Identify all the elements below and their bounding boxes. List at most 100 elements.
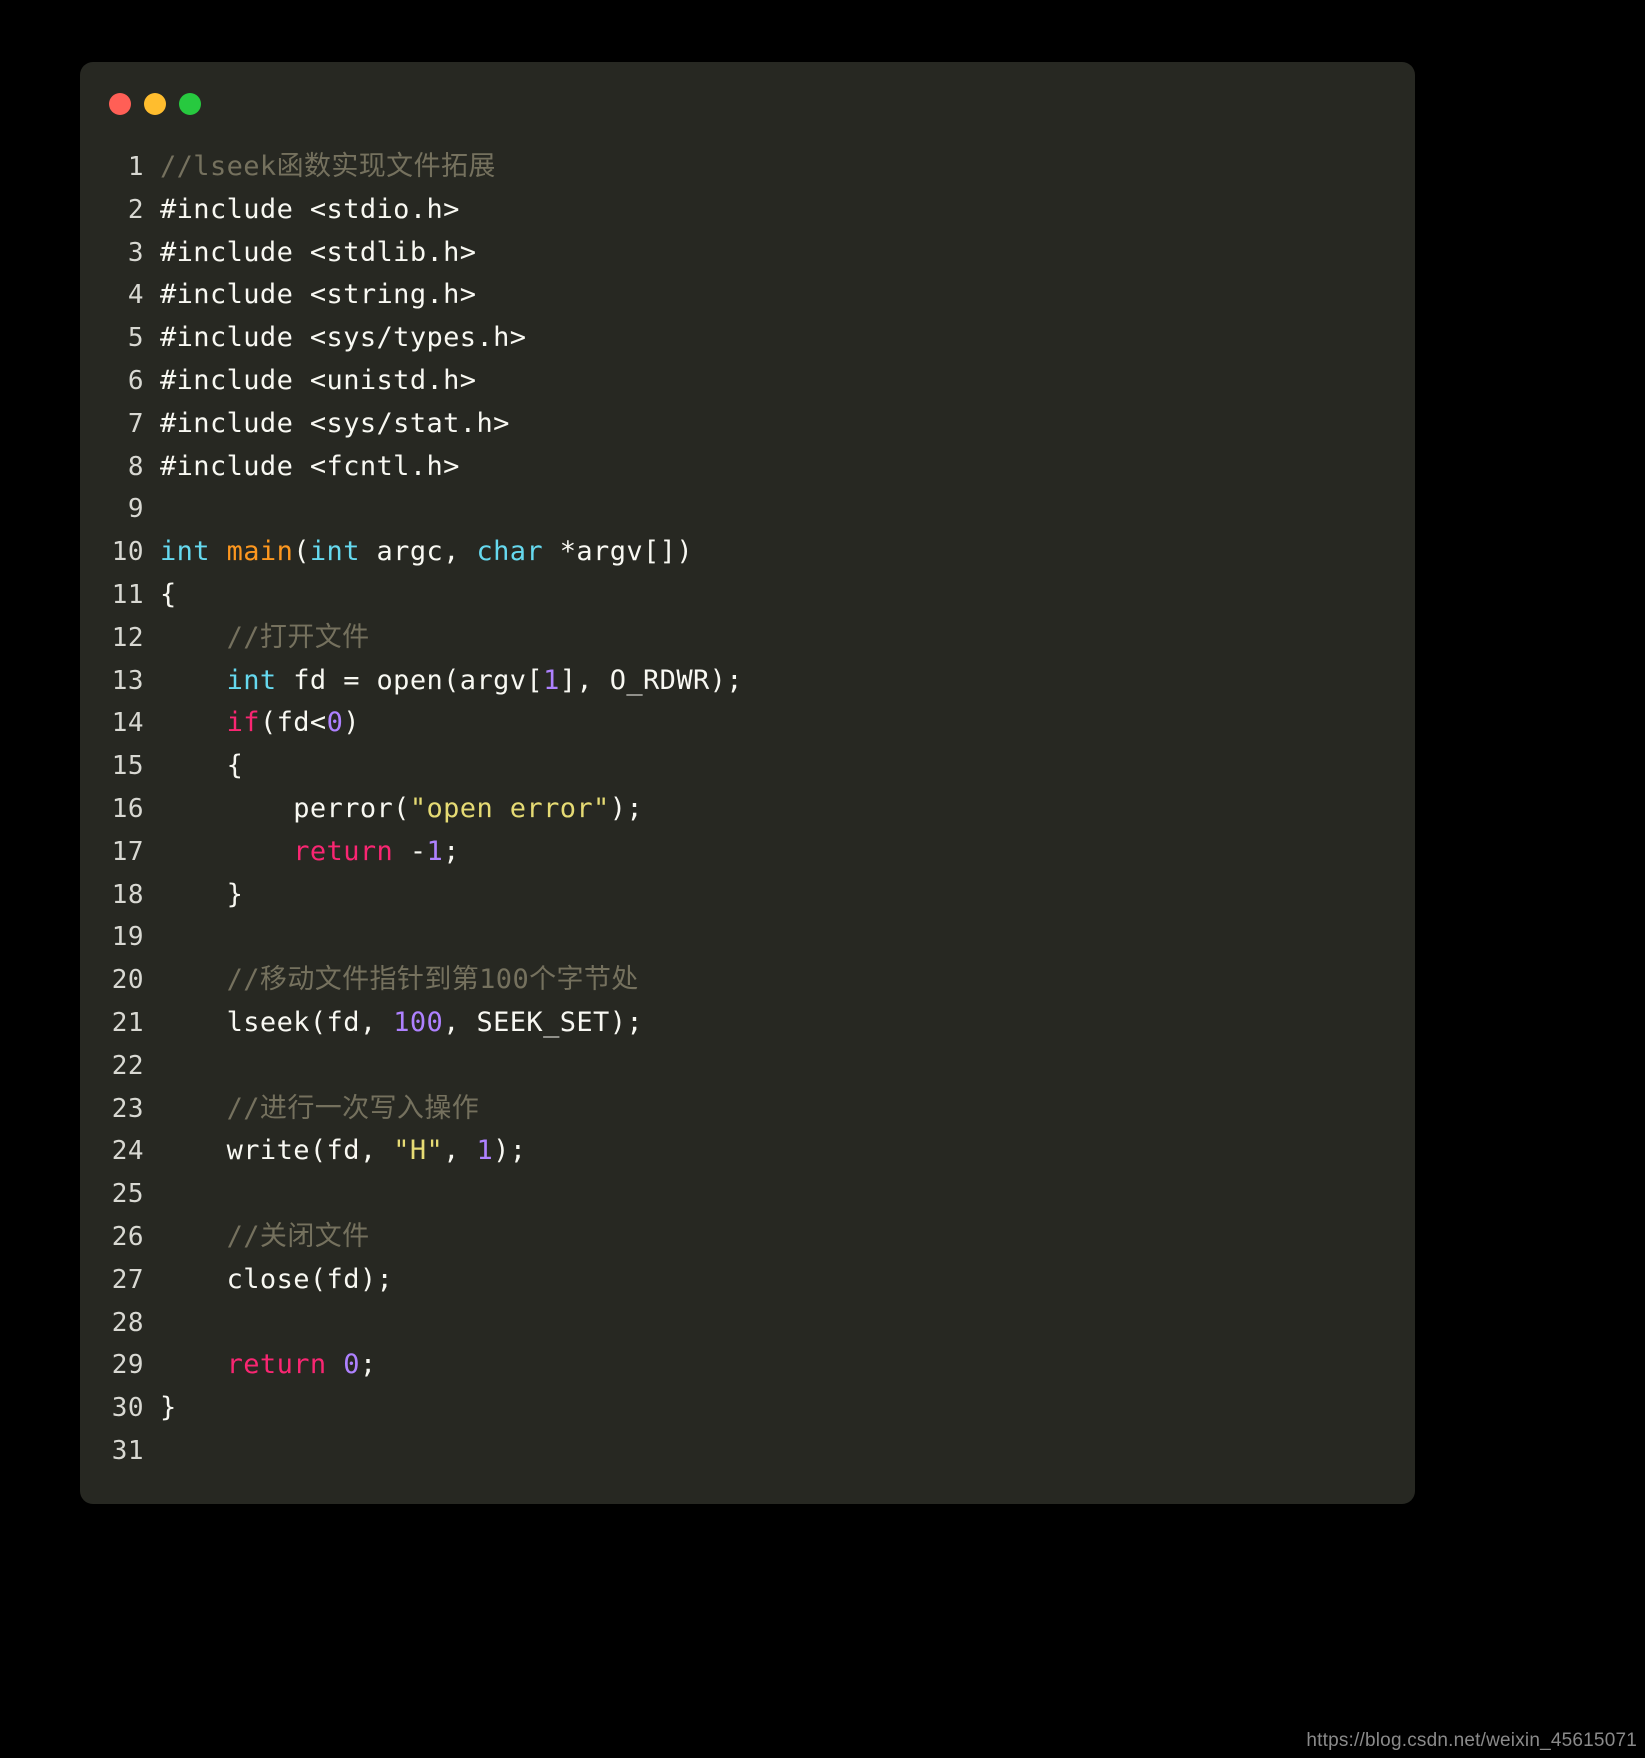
line-content: write(fd, "H", 1); bbox=[160, 1130, 526, 1173]
line-number: 24 bbox=[111, 1136, 144, 1167]
line-content: perror("open error"); bbox=[160, 788, 643, 831]
code-line: 24 write(fd, "H", 1); bbox=[96, 1130, 1405, 1173]
line-number: 28 bbox=[111, 1307, 144, 1338]
line-content: } bbox=[160, 874, 243, 917]
line-content: #include <fcntl.h> bbox=[160, 446, 460, 489]
code-token-comment: //进行一次写入操作 bbox=[160, 1092, 480, 1124]
line-number: 25 bbox=[111, 1179, 144, 1210]
watermark-url: https://blog.csdn.net/weixin_45615071 bbox=[1306, 1730, 1637, 1751]
code-line: 7 #include <sys/stat.h> bbox=[96, 403, 1405, 446]
code-line: 10 int main(int argc, char *argv[]) bbox=[96, 531, 1405, 574]
code-window: 1 //lseek函数实现文件拓展 2 #include <stdio.h> 3 #inc… bbox=[80, 62, 1415, 1504]
line-number: 12 bbox=[111, 622, 144, 653]
code-line: 30} bbox=[96, 1387, 1405, 1430]
code-token-num: 0 bbox=[343, 1349, 360, 1381]
line-number: 6 bbox=[127, 365, 144, 396]
code-line: 31 bbox=[96, 1430, 1405, 1473]
code-token-plain: ; bbox=[359, 1349, 377, 1381]
minimize-button[interactable] bbox=[144, 93, 166, 115]
code-token-num: 1 bbox=[476, 1135, 494, 1167]
code-token-plain: ); bbox=[493, 1135, 527, 1167]
line-content: } bbox=[160, 1387, 177, 1430]
code-line: 11 { bbox=[96, 574, 1405, 617]
code-token-num: 100 bbox=[393, 1006, 444, 1038]
line-content: #include <stdio.h> bbox=[160, 189, 460, 232]
code-token-plain: ; bbox=[443, 835, 460, 867]
line-number: 26 bbox=[111, 1221, 144, 1252]
line-content: //lseek函数实现文件拓展 bbox=[160, 146, 496, 189]
code-token-num: 1 bbox=[543, 664, 560, 696]
line-content: close(fd); bbox=[160, 1259, 393, 1302]
code-token-plain: #include <unistd.h> bbox=[160, 364, 477, 396]
code-line: 26 //关闭文件 bbox=[96, 1216, 1405, 1259]
code-token-plain: ); bbox=[609, 792, 644, 824]
code-line: 4 #include <string.h> bbox=[96, 274, 1405, 317]
line-content: return -1; bbox=[160, 831, 460, 874]
code-line: 9 bbox=[96, 488, 1405, 531]
code-line: 17 return -1; bbox=[96, 831, 1405, 874]
code-token-str: "open error" bbox=[409, 792, 610, 824]
code-token-comment: //移动文件指针到第100个字节处 bbox=[160, 964, 639, 996]
code-token-plain: argc, bbox=[359, 536, 477, 568]
code-token-type: char bbox=[476, 536, 544, 568]
line-number: 9 bbox=[127, 494, 144, 525]
code-line: 15 { bbox=[96, 745, 1405, 788]
code-token-plain: ) bbox=[343, 707, 360, 739]
line-content: //移动文件指针到第100个字节处 bbox=[160, 959, 639, 1002]
code-token-comment: //打开文件 bbox=[160, 621, 370, 653]
line-number: 2 bbox=[127, 194, 144, 225]
code-token-num: 0 bbox=[326, 707, 344, 739]
line-number: 18 bbox=[111, 879, 144, 910]
code-line: 27 close(fd); bbox=[96, 1259, 1405, 1302]
line-number: 27 bbox=[111, 1264, 144, 1295]
line-number: 15 bbox=[111, 751, 144, 782]
close-button[interactable] bbox=[109, 93, 131, 115]
code-editor[interactable]: 1 //lseek函数实现文件拓展 2 #include <stdio.h> 3 #inc… bbox=[80, 146, 1415, 1473]
line-content: #include <stdlib.h> bbox=[160, 232, 476, 275]
line-content: //进行一次写入操作 bbox=[160, 1088, 479, 1131]
code-token-plain: } bbox=[160, 1392, 177, 1424]
code-token-plain: , SEEK_SET); bbox=[443, 1006, 644, 1038]
line-content: #include <sys/stat.h> bbox=[160, 403, 510, 446]
code-line: 20 //移动文件指针到第100个字节处 bbox=[96, 959, 1405, 1002]
line-content: int fd = open(argv[1], O_RDWR); bbox=[160, 660, 743, 703]
line-number: 10 bbox=[111, 537, 144, 568]
code-line: 28 bbox=[96, 1302, 1405, 1345]
line-number: 16 bbox=[111, 793, 144, 824]
line-number: 11 bbox=[111, 579, 144, 610]
line-content: //打开文件 bbox=[160, 617, 370, 660]
code-line: 8 #include <fcntl.h> bbox=[96, 446, 1405, 489]
code-token-comment: //lseek函数实现文件拓展 bbox=[160, 151, 496, 182]
code-token-plain: ( bbox=[293, 536, 310, 568]
code-line: 1 //lseek函数实现文件拓展 bbox=[96, 146, 1405, 189]
code-token-comment: //关闭文件 bbox=[160, 1220, 370, 1252]
code-token-plain: #include <stdio.h> bbox=[160, 193, 460, 225]
code-line: 12 //打开文件 bbox=[96, 617, 1405, 660]
code-token-plain: lseek(fd, bbox=[160, 1006, 394, 1038]
code-token-plain: fd = open(argv[ bbox=[276, 664, 544, 696]
line-content: #include <string.h> bbox=[160, 274, 476, 317]
line-number: 14 bbox=[111, 708, 144, 739]
code-token-plain: #include <stdlib.h> bbox=[160, 236, 477, 268]
line-content: { bbox=[160, 574, 177, 617]
code-line: 29 return 0; bbox=[96, 1344, 1405, 1387]
code-token-plain: close(fd); bbox=[160, 1263, 394, 1295]
code-token-type: int bbox=[160, 536, 210, 568]
line-number: 4 bbox=[127, 280, 144, 311]
line-number: 31 bbox=[111, 1435, 144, 1466]
code-line: 3 #include <stdlib.h> bbox=[96, 232, 1405, 275]
maximize-button[interactable] bbox=[179, 93, 201, 115]
code-token-plain: } bbox=[160, 878, 244, 910]
code-line: 22 bbox=[96, 1045, 1405, 1088]
code-token-plain: #include <fcntl.h> bbox=[160, 450, 460, 482]
line-number: 13 bbox=[111, 665, 144, 696]
line-content: lseek(fd, 100, SEEK_SET); bbox=[160, 1002, 643, 1045]
code-line: 21 lseek(fd, 100, SEEK_SET); bbox=[96, 1002, 1405, 1045]
window-title-bar bbox=[80, 62, 1415, 146]
code-token-plain: ], O_RDWR); bbox=[559, 664, 743, 696]
code-line: 18 } bbox=[96, 874, 1405, 917]
